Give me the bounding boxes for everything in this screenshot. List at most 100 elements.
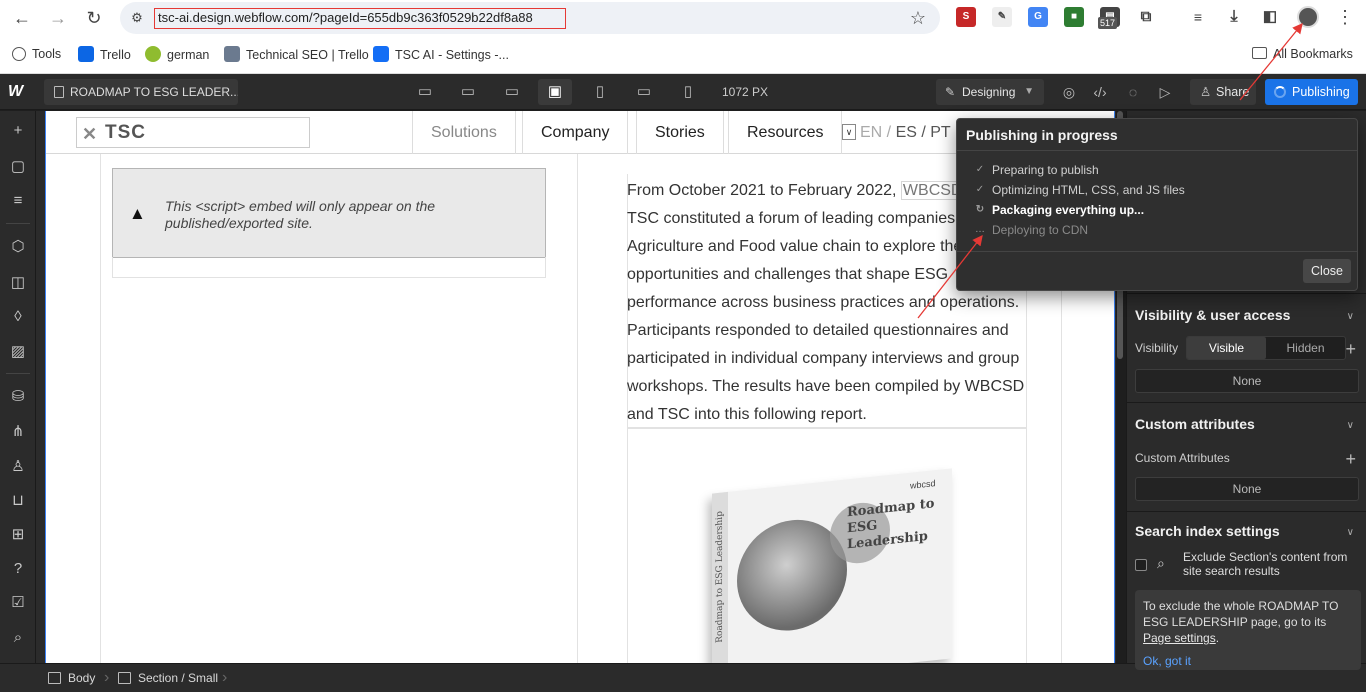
breakpoint-desktop-icon[interactable]: ▭ [451,79,485,105]
comments-icon[interactable]: ◌ [1120,79,1146,105]
breakpoint-landscape-icon[interactable]: ▭ [627,79,661,105]
mode-selector[interactable]: ✎ Designing ▼ [936,79,1044,105]
breakpoint-tablet-icon[interactable]: ▯ [583,79,617,105]
browser-menu-icon[interactable]: ⋮ [1336,6,1354,28]
reload-icon[interactable]: ↻ [82,6,106,30]
left-toolbar: + ▢ ≡ ⬡ ◫ ◊ ▨ ⛁ ⋔ ♙ ⊔ ⊞ ? ☑ ⌕ ▶ [0,111,36,682]
refresh-spinner-icon: ↻ [975,204,985,215]
close-button[interactable]: Close [1303,259,1351,283]
language-switcher[interactable]: EN / ES / PT [860,111,951,154]
address-bar[interactable]: ⚙ tsc-ai.design.webflow.com/?pageId=655d… [120,2,940,34]
side-panel-icon[interactable]: ◧ [1260,7,1280,27]
nav-resources[interactable]: Resources [728,111,843,154]
exclude-search-label: Exclude Section's content from site sear… [1183,550,1348,578]
assets-icon[interactable]: ▨ [6,340,30,364]
page-settings-link[interactable]: Page settings [1143,631,1216,645]
breadcrumb-body[interactable]: Body [48,664,95,692]
report-cover-image[interactable]: Roadmap to ESG Leadership wbcsd Roadmap … [712,468,952,663]
bookmarks-bar: Tools Trello german Technical SEO | Trel… [0,36,1366,74]
breadcrumb-section[interactable]: Section / Small [118,664,218,692]
bookmark-german[interactable]: german [145,46,209,63]
components-icon[interactable]: ⬡ [6,235,30,259]
profile-avatar[interactable] [1297,6,1319,28]
body-element-icon [48,672,61,684]
translate-extension-icon[interactable]: G [1028,7,1048,27]
cms-database-icon[interactable]: ⛁ [6,385,30,409]
publishing-popover: Publishing in progress ✓ Preparing to pub… [956,118,1358,291]
wbcsd-link[interactable]: WBCSD [900,181,965,200]
bookmark-technical-seo[interactable]: Technical SEO | Trello [224,46,369,63]
column-guide [577,154,578,663]
site-settings-icon[interactable]: ⚙ [128,9,146,27]
publish-step: ✓ Optimizing HTML, CSS, and JS files [973,182,1185,198]
chevron-down-icon[interactable]: ∨ [1347,420,1354,431]
breakpoint-portrait-icon[interactable]: ▯ [671,79,705,105]
breakpoint-desktop-large-icon[interactable]: ▭ [408,79,442,105]
add-elements-icon[interactable]: + [6,119,30,143]
reading-list-icon[interactable]: ≡ [1188,7,1208,27]
help-icon[interactable]: ? [6,557,30,581]
share-button[interactable]: ♙ Share [1190,79,1256,105]
add-attribute-icon[interactable]: + [1345,450,1356,468]
visibility-toggle[interactable]: Visible Hidden [1186,336,1346,360]
logic-flow-icon[interactable]: ⋔ [6,420,30,444]
chevron-down-icon[interactable]: ∨ [1347,527,1354,538]
preview-play-icon[interactable]: ▷ [1152,79,1178,105]
cover-brand: wbcsd [910,478,936,491]
custom-attributes-list[interactable]: None [1135,477,1359,501]
bookmark-trello[interactable]: Trello [78,46,131,63]
download-icon[interactable]: ⤓ [1224,7,1244,27]
nav-stories[interactable]: Stories [636,111,724,154]
publish-button[interactable]: Publishing [1265,79,1358,105]
extension-icon[interactable]: S [956,7,976,27]
search-index-title[interactable]: Search index settings [1135,523,1280,539]
page-selector[interactable]: ROADMAP TO ESG LEADER... [44,79,238,105]
page-icon [224,46,240,62]
chevron-down-icon: ▼ [1024,86,1034,97]
breakpoint-laptop-icon[interactable]: ▭ [495,79,529,105]
navigator-icon[interactable]: ≡ [6,189,30,213]
extensions-puzzle-icon[interactable]: ⧉ [1136,7,1156,27]
add-condition-icon[interactable]: + [1345,340,1356,358]
url-text[interactable]: tsc-ai.design.webflow.com/?pageId=655db9… [154,8,566,29]
visibility-conditions[interactable]: None [1135,369,1359,393]
forward-icon[interactable]: → [46,6,70,30]
site-logo[interactable]: ✕ TSC [76,117,310,148]
visible-option[interactable]: Visible [1187,337,1266,359]
webflow-logo-icon[interactable]: W [8,83,30,101]
nav-company[interactable]: Company [522,111,629,154]
find-icon[interactable]: ⌕ [6,626,30,650]
all-bookmarks[interactable]: All Bookmarks [1252,46,1353,62]
breakpoint-base-icon[interactable]: ▣ [538,79,572,105]
variables-icon[interactable]: ◊ [6,305,30,329]
extension-icon[interactable]: ✎ [992,7,1012,27]
nav-solutions[interactable]: Solutions [412,111,516,154]
pages-icon[interactable]: ▢ [6,155,30,179]
bookmark-tsc-ai-settings[interactable]: TSC AI - Settings -... [373,46,509,63]
exclude-search-checkbox[interactable] [1135,559,1147,571]
bookmark-tools[interactable]: Tools [12,46,61,62]
bookmark-star-icon[interactable]: ☆ [910,8,926,28]
design-canvas[interactable]: ✕ TSC Solutions Company Stories Resource… [36,111,1116,663]
resources-dropdown-chevron-icon[interactable]: ∨ [842,124,856,140]
page-icon [54,86,64,98]
chevron-down-icon[interactable]: ∨ [1347,311,1354,322]
apps-icon[interactable]: ⊞ [6,523,30,547]
extension-icon[interactable]: ■ [1064,7,1084,27]
audit-check-icon[interactable]: ◎ [1056,79,1082,105]
visibility-section-title[interactable]: Visibility & user access [1135,307,1290,323]
code-icon[interactable]: ‹/› [1087,79,1113,105]
ok-got-it-link[interactable]: Ok, got it [1143,654,1353,668]
users-icon[interactable]: ♙ [6,455,30,479]
browser-toolbar: ← → ↻ ⚙ tsc-ai.design.webflow.com/?pageI… [0,0,1366,36]
audit-checklist-icon[interactable]: ☑ [6,591,30,615]
hidden-option[interactable]: Hidden [1266,337,1345,359]
site-navbar[interactable]: ✕ TSC Solutions Company Stories Resource… [46,111,1114,154]
script-embed-placeholder[interactable]: ▲ This <script> embed will only appear o… [112,168,546,258]
custom-attributes-title[interactable]: Custom attributes [1135,416,1255,432]
back-icon[interactable]: ← [10,6,34,30]
ecommerce-basket-icon[interactable]: ⊔ [6,489,30,513]
style-selectors-icon[interactable]: ◫ [6,271,30,295]
publish-step: ✓ Preparing to publish [973,162,1099,178]
page-preview[interactable]: ✕ TSC Solutions Company Stories Resource… [45,111,1115,663]
